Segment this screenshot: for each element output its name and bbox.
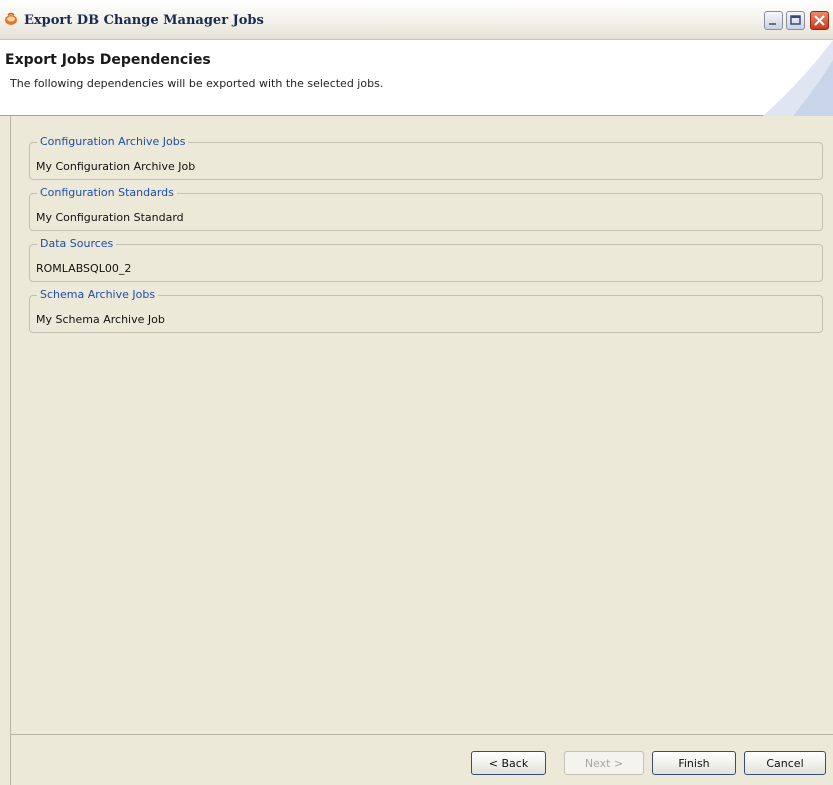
cancel-button[interactable]: Cancel (744, 751, 826, 775)
group-value: My Configuration Standard (36, 211, 184, 224)
next-button[interactable]: Next > (564, 751, 644, 775)
group-data-sources: Data Sources ROMLABSQL00_2 (29, 237, 823, 282)
close-button[interactable] (810, 11, 829, 30)
back-button[interactable]: < Back (471, 751, 546, 775)
group-value: ROMLABSQL00_2 (36, 262, 132, 275)
group-title: Configuration Archive Jobs (37, 135, 189, 148)
group-configuration-standards: Configuration Standards My Configuration… (29, 186, 823, 231)
dependencies-panel: Configuration Archive Jobs My Configurat… (10, 116, 833, 734)
group-value: My Configuration Archive Job (36, 160, 196, 173)
minimize-button[interactable] (764, 11, 783, 30)
app-icon (4, 12, 18, 26)
window-title: Export DB Change Manager Jobs (24, 13, 264, 28)
finish-button[interactable]: Finish (652, 751, 736, 775)
group-title: Configuration Standards (37, 186, 177, 199)
export-dialog: Export DB Change Manager Jobs Export Job… (0, 0, 833, 785)
header-banner-graphic (763, 40, 833, 116)
group-value: My Schema Archive Job (36, 313, 165, 326)
maximize-button[interactable] (786, 11, 805, 30)
page-description: The following dependencies will be expor… (10, 77, 384, 90)
group-schema-archive-jobs: Schema Archive Jobs My Schema Archive Jo… (29, 288, 823, 333)
page-header: Export Jobs Dependencies The following d… (0, 40, 833, 116)
group-title: Data Sources (37, 237, 117, 250)
button-bar: < Back Next > Finish Cancel (10, 734, 833, 785)
group-configuration-archive-jobs: Configuration Archive Jobs My Configurat… (29, 135, 823, 180)
page-title: Export Jobs Dependencies (5, 52, 211, 68)
group-title: Schema Archive Jobs (37, 288, 159, 301)
title-bar[interactable]: Export DB Change Manager Jobs (0, 0, 833, 40)
